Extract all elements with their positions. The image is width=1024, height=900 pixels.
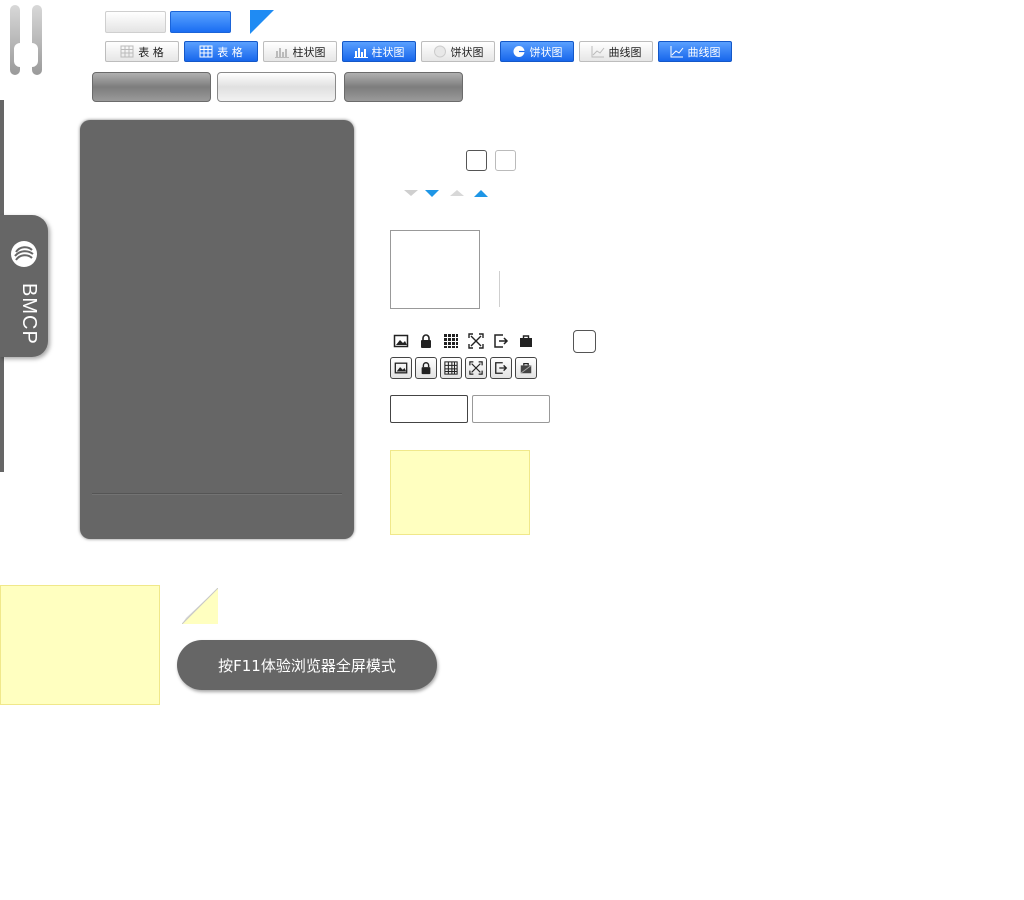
vertical-divider <box>499 271 500 307</box>
arrow-up-blue-icon[interactable] <box>474 190 488 197</box>
briefcase-button[interactable] <box>515 357 537 379</box>
bar-chart-icon <box>353 48 368 58</box>
tab-label: 柱状图 <box>371 45 405 59</box>
briefcase-icon <box>520 363 532 374</box>
gray-button-pressed[interactable] <box>344 72 463 102</box>
export-button[interactable] <box>490 357 512 379</box>
fullscreen-hint-button[interactable]: 按F11体验浏览器全屏模式 <box>177 640 437 690</box>
primary-button[interactable] <box>170 11 231 33</box>
export-icon[interactable] <box>493 333 509 349</box>
lock-icon <box>421 362 431 375</box>
lock-icon[interactable] <box>418 333 434 349</box>
briefcase-icon[interactable] <box>518 333 534 349</box>
image-icon <box>394 362 408 374</box>
bar-chart-icon <box>274 48 289 58</box>
tab-pie-chart[interactable]: 饼状图 <box>421 41 495 62</box>
tab-label: 表 格 <box>217 45 243 59</box>
image-button[interactable] <box>390 357 412 379</box>
grid-button[interactable] <box>440 357 462 379</box>
grid-icon <box>444 361 458 375</box>
checkbox-large[interactable] <box>573 330 596 353</box>
checkbox-focused[interactable] <box>466 150 487 171</box>
scroll-handle[interactable] <box>10 5 42 85</box>
gray-button-hover[interactable] <box>217 72 336 102</box>
fullscreen-icon[interactable] <box>468 333 484 349</box>
grid-icon[interactable] <box>443 333 459 349</box>
tab-bar-chart[interactable]: 柱状图 <box>263 41 337 62</box>
tab-label: 表 格 <box>138 45 164 59</box>
folded-corner-icon <box>182 588 218 624</box>
dialog-panel <box>80 120 354 539</box>
line-chart-icon <box>670 46 683 58</box>
pie-chart-icon <box>433 45 446 58</box>
preview-box <box>390 230 480 309</box>
tab-label: 曲线图 <box>608 45 642 59</box>
tab-label: 柱状图 <box>292 45 326 59</box>
pie-chart-icon <box>513 46 524 57</box>
tab-pie-chart-active[interactable]: 饼状图 <box>500 41 574 62</box>
panel-divider <box>92 493 342 495</box>
sticky-note <box>390 450 530 535</box>
image-icon[interactable] <box>393 333 409 349</box>
arrow-down-gray-icon[interactable] <box>404 190 418 196</box>
tab-bar-chart-active[interactable]: 柱状图 <box>342 41 416 62</box>
fullscreen-button[interactable] <box>465 357 487 379</box>
fullscreen-icon <box>469 361 483 375</box>
scroll-knob[interactable] <box>14 43 38 67</box>
sidebar-toggle-tab[interactable]: BMCP <box>0 215 48 357</box>
sidebar-rail-bottom <box>0 357 4 472</box>
lock-button[interactable] <box>415 357 437 379</box>
export-icon <box>495 362 508 374</box>
sidebar-rail-top <box>0 100 4 215</box>
arrow-up-gray-icon[interactable] <box>450 190 464 196</box>
china-mobile-logo-icon <box>11 241 37 267</box>
tab-line-chart-active[interactable]: 曲线图 <box>658 41 732 62</box>
sticky-note-large <box>0 585 160 705</box>
text-field-default[interactable] <box>472 395 550 423</box>
tab-label: 饼状图 <box>529 45 563 59</box>
table-icon <box>120 45 134 58</box>
checkbox-default[interactable] <box>495 150 516 171</box>
tab-label: 饼状图 <box>450 45 484 59</box>
corner-flag-icon <box>250 10 274 34</box>
tab-label: 曲线图 <box>687 45 721 59</box>
gray-button-normal[interactable] <box>92 72 211 102</box>
tab-table[interactable]: 表 格 <box>105 41 179 62</box>
table-icon <box>199 45 213 58</box>
tab-line-chart[interactable]: 曲线图 <box>579 41 653 62</box>
arrow-down-blue-icon[interactable] <box>425 190 439 197</box>
text-field-focused[interactable] <box>390 395 468 423</box>
line-chart-icon <box>591 46 604 58</box>
default-button[interactable] <box>105 11 166 33</box>
tab-table-active[interactable]: 表 格 <box>184 41 258 62</box>
sidebar-brand-text: BMCP <box>18 283 40 345</box>
